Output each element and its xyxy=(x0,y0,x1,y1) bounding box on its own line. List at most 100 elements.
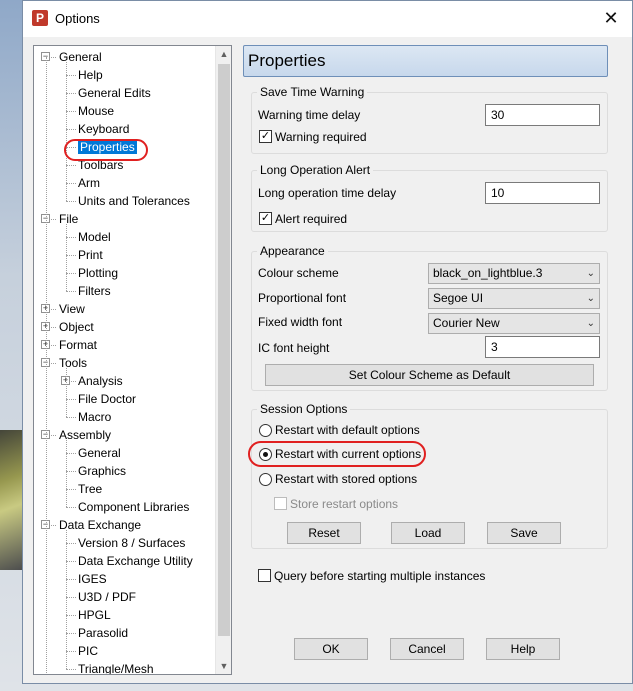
group-session-options: Session Options Restart with default opt… xyxy=(251,402,608,549)
long-op-delay-input[interactable]: 10 xyxy=(485,182,600,204)
query-instances-label: Query before starting multiple instances xyxy=(274,569,486,583)
tree-item-label: General xyxy=(78,446,121,460)
tree-item-label: Plotting xyxy=(78,266,119,280)
tree-connector xyxy=(66,471,76,472)
tree-item[interactable]: Version 8 / Surfaces xyxy=(78,534,185,552)
tree-connector xyxy=(66,561,76,562)
tree-item-label: Model xyxy=(78,230,111,244)
alert-required-checkbox[interactable]: ✓ xyxy=(259,212,272,225)
tree-scrollbar[interactable]: ▲ ▼ xyxy=(215,46,231,674)
tree-connector xyxy=(66,62,67,201)
tree-item[interactable]: Graphics xyxy=(78,462,126,480)
tree-item[interactable]: Parasolid xyxy=(78,624,128,642)
tree-item[interactable]: Object xyxy=(59,318,94,336)
proportional-font-select[interactable]: Segoe UI ⌄ xyxy=(428,288,600,309)
tree-item[interactable]: View xyxy=(59,300,85,318)
store-restart-checkbox[interactable] xyxy=(274,497,287,510)
tree-connector xyxy=(66,669,76,670)
long-op-delay-label: Long operation time delay xyxy=(258,186,397,200)
title-bar[interactable]: P Options ✕ xyxy=(23,1,632,37)
tree-item[interactable]: Macro xyxy=(78,408,111,426)
query-instances-checkbox[interactable] xyxy=(258,569,271,582)
tree-item[interactable]: Help xyxy=(78,66,103,84)
tree-connector xyxy=(46,57,47,674)
tree-item[interactable]: General Edits xyxy=(78,84,151,102)
tree-item[interactable]: PIC xyxy=(78,642,98,660)
tree-item[interactable]: Format xyxy=(59,336,97,354)
tree-connector xyxy=(66,507,76,508)
group-title: Long Operation Alert xyxy=(257,163,374,177)
tree-item[interactable]: File Doctor xyxy=(78,390,136,408)
fixed-font-select[interactable]: Courier New ⌄ xyxy=(428,313,600,334)
tree-connector xyxy=(66,201,76,202)
tree-connector xyxy=(66,111,76,112)
tree-connector xyxy=(66,440,67,507)
colour-scheme-select[interactable]: black_on_lightblue.3 ⌄ xyxy=(428,263,600,284)
tree-item[interactable]: Model xyxy=(78,228,111,246)
annotation-circle-properties xyxy=(64,139,148,161)
tree-item[interactable]: HPGL xyxy=(78,606,111,624)
scroll-down-icon[interactable]: ▼ xyxy=(216,658,231,674)
window-title: Options xyxy=(55,11,100,26)
warning-required-checkbox[interactable]: ✓ xyxy=(259,130,272,143)
load-button[interactable]: Load xyxy=(391,522,465,544)
tree-item-label: General Edits xyxy=(78,86,151,100)
alert-required-label: Alert required xyxy=(275,212,348,226)
tree-connector xyxy=(66,93,76,94)
tree-item[interactable]: Print xyxy=(78,246,103,264)
colour-scheme-label: Colour scheme xyxy=(258,266,339,280)
background-cad-model xyxy=(0,430,24,570)
radio-default-options[interactable] xyxy=(259,424,272,437)
tree-item[interactable]: Plotting xyxy=(78,264,118,282)
tree-item[interactable]: General xyxy=(78,444,121,462)
tree-item[interactable]: Units and Tolerances xyxy=(78,192,190,210)
warning-delay-input[interactable]: 30 xyxy=(485,104,600,126)
cancel-button[interactable]: Cancel xyxy=(390,638,464,660)
tree-connector xyxy=(66,129,76,130)
annotation-circle-current-options xyxy=(248,441,426,467)
tree-item[interactable]: Data Exchange xyxy=(59,516,141,534)
proportional-font-value: Segoe UI xyxy=(433,291,484,305)
app-icon: P xyxy=(32,10,48,26)
ok-button[interactable]: OK xyxy=(294,638,368,660)
close-icon[interactable]: ✕ xyxy=(600,7,622,29)
tree-item-label: Parasolid xyxy=(78,626,129,640)
tree-item[interactable]: Arm xyxy=(78,174,100,192)
tree-item-label: Object xyxy=(59,320,94,334)
tree-item-label: File xyxy=(59,212,79,226)
scroll-up-icon[interactable]: ▲ xyxy=(216,46,231,62)
tree-item-label: Filters xyxy=(78,284,111,298)
radio-stored-options[interactable] xyxy=(259,473,272,486)
tree-item[interactable]: Component Libraries xyxy=(78,498,189,516)
tree-item[interactable]: Filters xyxy=(78,282,111,300)
tree-item[interactable]: Tree xyxy=(78,480,102,498)
tree-item[interactable]: Tools xyxy=(59,354,87,372)
tree-connector xyxy=(66,453,76,454)
tree-connector xyxy=(66,255,76,256)
tree-item-label: View xyxy=(59,302,85,316)
ic-font-height-input[interactable]: 3 xyxy=(485,336,600,358)
set-colour-scheme-default-button[interactable]: Set Colour Scheme as Default xyxy=(265,364,594,386)
tree-item[interactable]: File xyxy=(59,210,78,228)
tree-item-label: Analysis xyxy=(78,374,123,388)
tree-connector xyxy=(66,291,76,292)
tree-item[interactable]: IGES xyxy=(78,570,107,588)
tree-item[interactable]: Data Exchange Utility xyxy=(78,552,193,570)
tree-item[interactable]: Analysis xyxy=(78,372,123,390)
tree-item-label: Units and Tolerances xyxy=(78,194,190,208)
tree-item[interactable]: Triangle/Mesh xyxy=(78,660,154,674)
tree-item[interactable]: Keyboard xyxy=(78,120,129,138)
tree-connector xyxy=(66,579,76,580)
tree-item[interactable]: U3D / PDF xyxy=(78,588,136,606)
tree-item-label: Component Libraries xyxy=(78,500,190,514)
tree-item-label: Keyboard xyxy=(78,122,130,136)
scroll-thumb[interactable] xyxy=(218,64,230,636)
tree-item[interactable]: Mouse xyxy=(78,102,114,120)
tree-connector xyxy=(66,75,76,76)
save-button[interactable]: Save xyxy=(487,522,561,544)
tree-item-label: Graphics xyxy=(78,464,127,478)
reset-button[interactable]: Reset xyxy=(287,522,361,544)
help-button[interactable]: Help xyxy=(486,638,560,660)
tree-connector xyxy=(66,489,76,490)
tree-connector xyxy=(66,651,76,652)
